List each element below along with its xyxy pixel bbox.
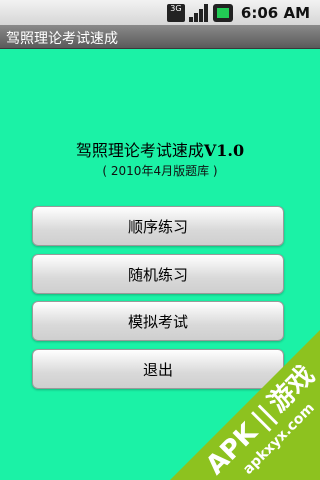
app-title: 驾照理论考试速成	[6, 31, 118, 47]
signal-icon	[188, 3, 209, 22]
watermark-graphic: APK||游戏 apkxyx.com	[170, 330, 320, 480]
status-icons: 3G 6:06 AM	[166, 0, 310, 25]
status-time: 6:06 AM	[240, 3, 310, 22]
watermark-logo: APK||游戏 apkxyx.com	[170, 330, 320, 480]
app-heading: 驾照理论考试速成V1.0	[0, 137, 320, 161]
battery-icon	[212, 3, 233, 22]
app-subtitle: ( 2010年4月版题库 )	[102, 164, 218, 178]
title-bar: 驾照理论考试速成	[0, 25, 320, 49]
status-bar: 3G 6:06 AM	[0, 0, 320, 26]
3g-icon: 3G	[166, 3, 185, 22]
app-heading-text: 驾照理论考试速成	[75, 141, 204, 160]
random-practice-button[interactable]: 随机练习	[32, 254, 284, 294]
sequential-practice-button[interactable]: 顺序练习	[32, 206, 284, 246]
app-version: V1.0	[203, 141, 245, 160]
